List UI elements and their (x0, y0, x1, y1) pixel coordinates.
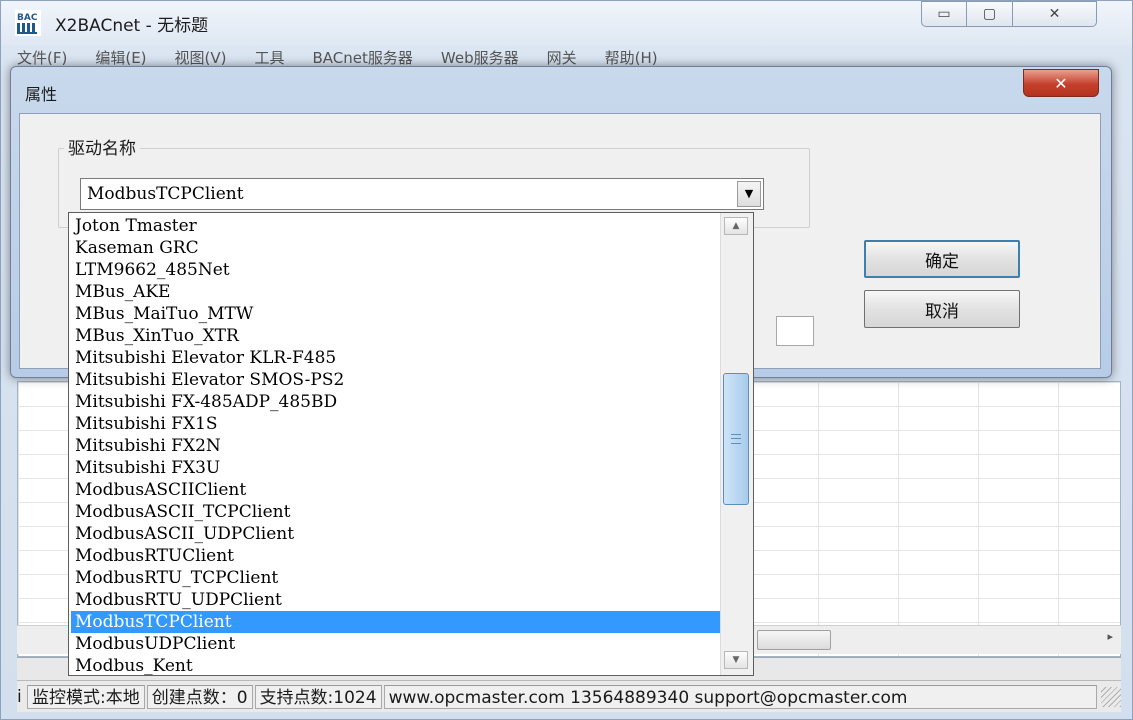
dropdown-items: Joton Tmaster Kaseman GRC LTM9662_485Net… (71, 215, 721, 675)
list-item[interactable]: ModbusASCII_UDPClient (71, 523, 721, 545)
list-item[interactable]: ModbusASCIIClient (71, 479, 721, 501)
dialog-titlebar[interactable]: 属性 ✕ (11, 67, 1111, 113)
dropdown-vertical-scrollbar[interactable]: ▲ ▼ (720, 213, 753, 675)
list-item[interactable]: Mitsubishi Elevator SMOS-PS2 (71, 369, 721, 391)
list-item[interactable]: LTM9662_485Net (71, 259, 721, 281)
list-item[interactable]: MBus_AKE (71, 281, 721, 303)
scroll-right-icon[interactable]: ▸ (1107, 630, 1113, 643)
secondary-input[interactable] (776, 316, 814, 346)
close-icon: ✕ (1048, 6, 1061, 22)
list-item[interactable]: Mitsubishi FX3U (71, 457, 721, 479)
cancel-button[interactable]: 取消 (864, 290, 1020, 328)
driver-name-combobox[interactable]: ModbusTCPClient ▼ (80, 178, 764, 210)
list-item[interactable]: Mitsubishi FX2N (71, 435, 721, 457)
status-left-fragment: i (17, 686, 22, 707)
minimize-button[interactable]: ▭ (921, 1, 967, 27)
list-item[interactable]: Kaseman GRC (71, 237, 721, 259)
maximize-button[interactable]: ▢ (967, 1, 1013, 27)
list-item[interactable]: Mitsubishi FX1S (71, 413, 721, 435)
grip-icon (731, 434, 741, 444)
combobox-value: ModbusTCPClient (87, 184, 244, 204)
size-grip-icon[interactable] (1101, 686, 1121, 707)
status-mode: 监控模式:本地 (27, 684, 145, 709)
status-points-created: 创建点数：0 (146, 684, 253, 709)
status-bar: i 监控模式:本地 创建点数：0 支持点数:1024 www.opcmaster… (17, 680, 1121, 712)
list-item[interactable]: ModbusRTU_UDPClient (71, 589, 721, 611)
list-item[interactable]: MBus_XinTuo_XTR (71, 325, 721, 347)
scroll-up-icon[interactable]: ▲ (724, 217, 748, 235)
maximize-icon: ▢ (982, 6, 997, 22)
window-close-button[interactable]: ✕ (1013, 1, 1097, 27)
dialog-close-button[interactable]: ✕ (1023, 69, 1099, 97)
list-item[interactable]: MBus_MaiTuo_MTW (71, 303, 721, 325)
driver-dropdown-list[interactable]: Joton Tmaster Kaseman GRC LTM9662_485Net… (68, 212, 754, 676)
scroll-down-icon[interactable]: ▼ (724, 651, 748, 669)
app-icon: BAC (15, 10, 41, 36)
list-item-selected[interactable]: ModbusTCPClient (71, 611, 721, 633)
chevron-down-icon[interactable]: ▼ (737, 181, 761, 207)
list-item[interactable]: Mitsubishi Elevator KLR-F485 (71, 347, 721, 369)
list-item[interactable]: ModbusUDPClient (71, 633, 721, 655)
list-item[interactable]: Mitsubishi FX-485ADP_485BD (71, 391, 721, 413)
close-icon: ✕ (1054, 73, 1068, 93)
status-points-supported: 支持点数:1024 (254, 684, 382, 709)
list-item[interactable]: ModbusASCII_TCPClient (71, 501, 721, 523)
window-title: X2BACnet - 无标题 (55, 16, 209, 36)
status-contact: www.opcmaster.com 13564889340 support@op… (383, 684, 1097, 709)
dropdown-scroll-thumb[interactable] (723, 373, 749, 505)
list-item[interactable]: ModbusRTUClient (71, 545, 721, 567)
app-icon-label: BAC (17, 13, 38, 23)
minimize-icon: ▭ (937, 6, 951, 22)
ok-button[interactable]: 确定 (864, 240, 1020, 278)
horizontal-scroll-thumb[interactable] (757, 630, 831, 650)
list-item[interactable]: Joton Tmaster (71, 215, 721, 237)
dialog-title: 属性 (25, 85, 58, 104)
driver-name-label: 驱动名称 (64, 134, 140, 159)
list-item[interactable]: Modbus_Kent (71, 655, 721, 675)
list-item[interactable]: ModbusRTU_TCPClient (71, 567, 721, 589)
main-titlebar: BAC X2BACnet - 无标题 ▭ ▢ ✕ (1, 1, 1132, 45)
